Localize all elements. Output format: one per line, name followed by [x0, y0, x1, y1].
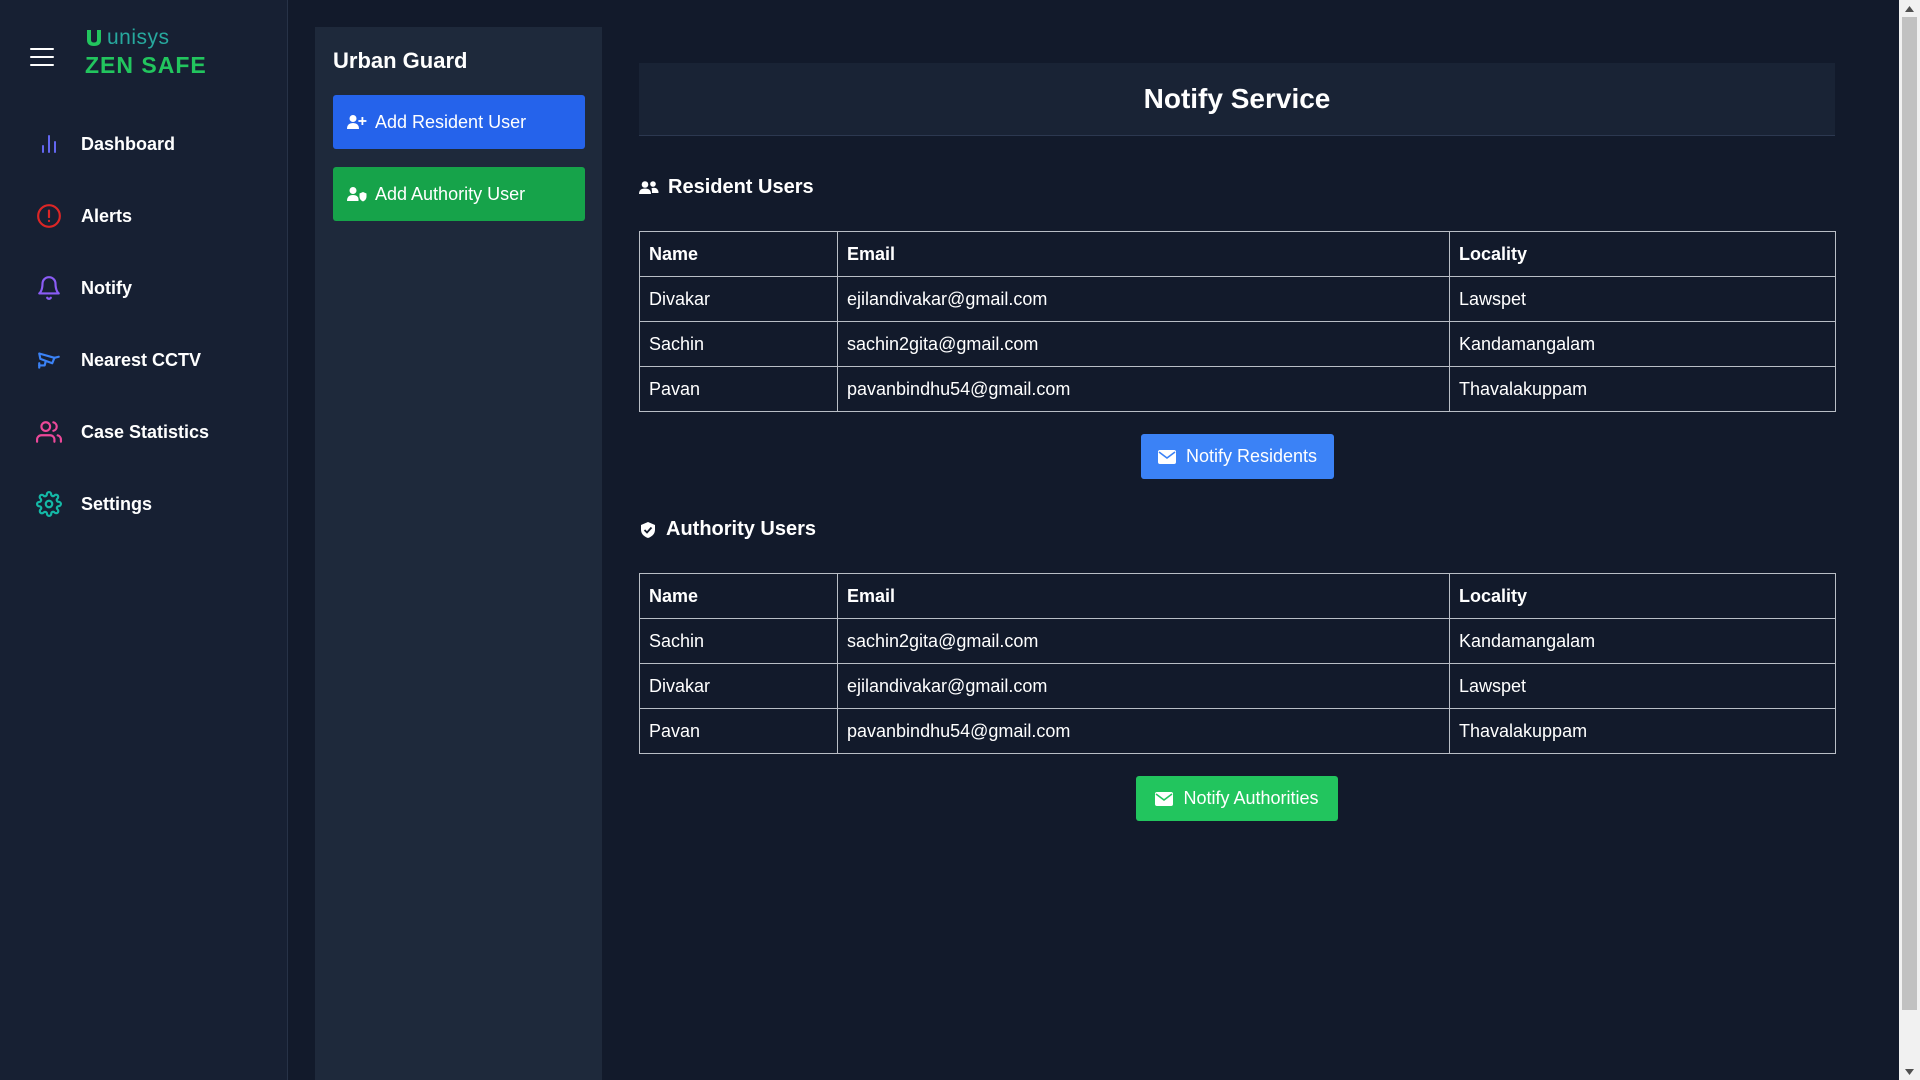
sidebar-item-label: Notify [81, 277, 132, 298]
user-plus-icon [347, 115, 367, 129]
sidebar-item-settings[interactable]: Settings [0, 468, 287, 540]
add-authority-user-button[interactable]: Add Authority User [333, 167, 585, 221]
vertical-scrollbar[interactable] [1899, 0, 1920, 1080]
sidebar-item-label: Dashboard [81, 133, 176, 154]
bar-chart-icon [35, 130, 63, 158]
sidebar-item-label: Alerts [81, 205, 133, 226]
sidebar-item-case-statistics[interactable]: Case Statistics [0, 396, 287, 468]
brand-company: unisys [107, 26, 170, 49]
column-header-email: Email [837, 573, 1450, 619]
column-header-name: Name [639, 231, 838, 277]
envelope-icon [1157, 449, 1176, 464]
table-row: Sachin sachin2gita@gmail.com Kandamangal… [639, 618, 1836, 664]
table-header-row: Name Email Locality [639, 573, 1836, 619]
authority-users-title: Authority Users [666, 518, 817, 540]
alert-circle-icon [35, 202, 63, 230]
panel-title: Urban Guard [333, 48, 468, 73]
cell-locality: Thavalakuppam [1449, 366, 1836, 412]
table-row: Sachin sachin2gita@gmail.com Kandamangal… [639, 321, 1836, 367]
cell-name: Sachin [639, 618, 838, 664]
cell-email: sachin2gita@gmail.com [837, 321, 1450, 367]
gear-icon [35, 490, 63, 518]
cell-locality: Lawspet [1449, 663, 1836, 709]
cell-name: Divakar [639, 663, 838, 709]
add-resident-user-label: Add Resident User [375, 111, 527, 132]
cell-name: Divakar [639, 276, 838, 322]
cell-name: Pavan [639, 366, 838, 412]
sidebar-item-nearest-cctv[interactable]: Nearest CCTV [0, 324, 287, 396]
column-header-locality: Locality [1449, 573, 1836, 619]
notify-authorities-label: Notify Authorities [1183, 788, 1319, 808]
column-header-name: Name [639, 573, 838, 619]
users-icon [639, 180, 659, 194]
cell-email: ejilandivakar@gmail.com [837, 276, 1450, 322]
add-authority-user-label: Add Authority User [375, 183, 526, 204]
cell-locality: Kandamangalam [1449, 321, 1836, 367]
user-shield-icon [347, 187, 367, 202]
sidebar-item-notify[interactable]: Notify [0, 252, 287, 324]
sidebar-nav: Dashboard Alerts Notify Nearest CCTV Cas… [0, 108, 287, 540]
authority-users-table: Name Email Locality Sachin sachin2gita@g… [639, 573, 1836, 754]
brand-logo: unisys ZEN SAFE [85, 26, 207, 79]
cell-name: Pavan [639, 708, 838, 754]
table-header-row: Name Email Locality [639, 231, 1836, 277]
cell-email: pavanbindhu54@gmail.com [837, 366, 1450, 412]
shield-icon [641, 521, 655, 538]
cell-locality: Thavalakuppam [1449, 708, 1836, 754]
notify-authorities-button[interactable]: Notify Authorities [1136, 776, 1338, 821]
notify-residents-button[interactable]: Notify Residents [1141, 434, 1334, 479]
scroll-up-arrow-icon[interactable] [1899, 0, 1920, 17]
cell-locality: Kandamangalam [1449, 618, 1836, 664]
cell-locality: Lawspet [1449, 276, 1836, 322]
cell-email: pavanbindhu54@gmail.com [837, 708, 1450, 754]
scroll-down-arrow-icon[interactable] [1899, 1063, 1920, 1080]
table-row: Divakar ejilandivakar@gmail.com Lawspet [639, 276, 1836, 322]
column-header-locality: Locality [1449, 231, 1836, 277]
cctv-camera-icon [35, 346, 63, 374]
sidebar-item-label: Nearest CCTV [81, 349, 202, 370]
sidebar-item-alerts[interactable]: Alerts [0, 180, 287, 252]
envelope-icon [1155, 791, 1174, 806]
notify-residents-label: Notify Residents [1185, 446, 1318, 466]
cell-name: Sachin [639, 321, 838, 367]
sidebar-item-label: Case Statistics [81, 421, 210, 442]
user-management-panel: Urban Guard Add Resident User Add Author… [315, 27, 602, 1080]
table-row: Pavan pavanbindhu54@gmail.com Thavalakup… [639, 708, 1836, 754]
sidebar-item-label: Settings [81, 493, 153, 514]
resident-users-table: Name Email Locality Divakar ejilandivaka… [639, 231, 1836, 412]
sidebar-item-dashboard[interactable]: Dashboard [0, 108, 287, 180]
add-resident-user-button[interactable]: Add Resident User [333, 95, 585, 149]
menu-icon[interactable] [30, 48, 54, 70]
resident-users-heading: Resident Users [639, 176, 814, 199]
authority-users-heading: Authority Users [639, 518, 816, 541]
scrollbar-thumb[interactable] [1902, 17, 1917, 1010]
bell-icon [35, 274, 63, 302]
brand-product: ZEN SAFE [85, 52, 207, 78]
cell-email: sachin2gita@gmail.com [837, 618, 1450, 664]
column-header-email: Email [837, 231, 1450, 277]
page-title: Notify Service [639, 63, 1835, 136]
table-row: Pavan pavanbindhu54@gmail.com Thavalakup… [639, 366, 1836, 412]
sidebar: unisys ZEN SAFE Dashboard Alerts Notify … [0, 0, 288, 1080]
cell-email: ejilandivakar@gmail.com [837, 663, 1450, 709]
resident-users-title: Resident Users [668, 176, 814, 198]
unisys-logo-icon [87, 30, 101, 46]
users-icon [35, 418, 63, 446]
table-row: Divakar ejilandivakar@gmail.com Lawspet [639, 663, 1836, 709]
